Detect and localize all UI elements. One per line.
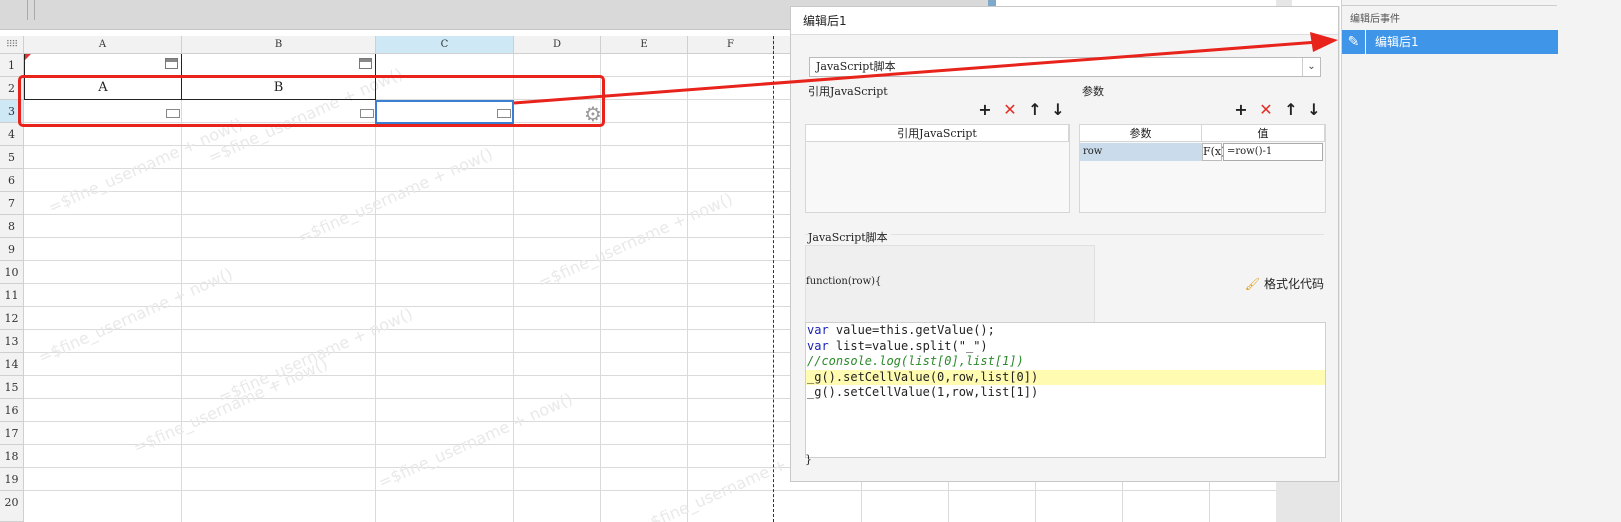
select-all-corner[interactable]: ⠿⠿ (0, 36, 24, 54)
value-column-header: 值 (1202, 125, 1325, 142)
params-table: 参数 值 row F(x) =row()-1 (1079, 124, 1326, 213)
row-header-10[interactable]: 10 (0, 261, 24, 284)
panel-top-edge (1342, 0, 1557, 6)
format-code-button[interactable]: 🖌 格式化代码 (1245, 275, 1324, 292)
col-header-b[interactable]: B (182, 36, 376, 54)
row-header-16[interactable]: 16 (0, 399, 24, 422)
add-ref-js-button[interactable]: + (976, 100, 994, 119)
code-line: var value=this.getValue(); (807, 323, 995, 337)
row-header-13[interactable]: 13 (0, 330, 24, 353)
move-down-param-button[interactable]: ↓ (1305, 100, 1323, 119)
chevron-down-icon[interactable]: ⌄ (1302, 58, 1320, 76)
function-close: } (805, 453, 812, 466)
event-item-label: 编辑后1 (1375, 35, 1419, 49)
move-up-param-button[interactable]: ↑ (1282, 100, 1300, 119)
col-header-a[interactable]: A (24, 36, 182, 54)
page-break-line (773, 36, 774, 522)
grid-line (687, 54, 688, 522)
events-header: 编辑后事件 (1350, 14, 1400, 25)
code-line: var list=value.split("_") (807, 338, 988, 353)
row-header-6[interactable]: 6 (0, 169, 24, 192)
watermark-text: =$fine_username + now() (295, 143, 496, 248)
function-header-area: function(row){ (805, 245, 1095, 323)
row-header-12[interactable]: 12 (0, 307, 24, 330)
ref-js-table: 引用JavaScript (805, 124, 1070, 213)
col-header-d[interactable]: D (514, 36, 601, 54)
format-code-label: 格式化代码 (1263, 277, 1324, 291)
toolbar-grip (27, 0, 35, 20)
grid-line (24, 490, 1321, 491)
row-header-11[interactable]: 11 (0, 284, 24, 307)
pencil-icon: ✎ (1342, 30, 1366, 54)
row-header-17[interactable]: 17 (0, 422, 24, 445)
row-header-18[interactable]: 18 (0, 445, 24, 468)
brush-icon: 🖌 (1244, 277, 1260, 291)
row-header-15[interactable]: 15 (0, 376, 24, 399)
formula-button[interactable]: F(x) (1202, 143, 1225, 161)
param-column-header: 参数 (1080, 125, 1202, 142)
row-header-1[interactable]: 1 (0, 54, 24, 77)
param-value-input[interactable]: =row()-1 (1223, 143, 1323, 161)
cell-marker-icon (25, 54, 31, 60)
col-header-f[interactable]: F (688, 36, 774, 54)
delete-param-button[interactable]: ✕ (1257, 100, 1275, 119)
row-header-9[interactable]: 9 (0, 238, 24, 261)
row-header-8[interactable]: 8 (0, 215, 24, 238)
annotation-highlight (18, 75, 605, 127)
date-widget-icon (359, 58, 372, 69)
code-text: list=value.split("_") (835, 338, 988, 353)
watermark-text: =$fine_username + now() (535, 188, 736, 293)
add-param-button[interactable]: + (1232, 100, 1250, 119)
watermark-text: =$fine_username + now() (130, 353, 331, 458)
script-type-value: JavaScript脚本 (816, 60, 896, 73)
ref-js-label: 引用JavaScript (808, 85, 888, 98)
row-header-19[interactable]: 19 (0, 468, 24, 491)
row-header-7[interactable]: 7 (0, 192, 24, 215)
row-header-14[interactable]: 14 (0, 353, 24, 376)
event-editor-dialog: 编辑后1 JavaScript脚本 ⌄ 引用JavaScript 参数 + ✕ … (790, 6, 1339, 482)
js-section-label: JavaScript脚本 (808, 229, 891, 245)
row-header-20[interactable]: 20 (0, 491, 24, 522)
script-type-select[interactable]: JavaScript脚本 ⌄ (809, 57, 1321, 77)
code-text: value=this.getValue(); (835, 323, 995, 337)
events-panel: 编辑后事件 ✎ 编辑后1 (1341, 0, 1621, 522)
code-line: //console.log(list[0],list[1]) (807, 354, 1024, 368)
grid-dots-icon: ⠿⠿ (6, 40, 18, 50)
function-header: function(row){ (806, 276, 882, 287)
code-line: _g().setCellValue(1,row,list[1]) (807, 385, 1039, 399)
cell-b1[interactable] (181, 54, 376, 77)
code-line-current: _g().setCellValue(0,row,list[0]) (806, 369, 1325, 385)
dialog-title: 编辑后1 (791, 7, 1338, 35)
date-widget-icon (165, 58, 178, 69)
event-item-selected[interactable]: ✎ 编辑后1 (1342, 30, 1558, 54)
col-header-e[interactable]: E (601, 36, 688, 54)
row-header-5[interactable]: 5 (0, 146, 24, 169)
watermark-text: =$fine_username + now() (375, 388, 576, 493)
params-label: 参数 (1082, 85, 1104, 98)
code-editor[interactable]: var value=this.getValue(); var list=valu… (805, 322, 1326, 458)
cell-a1[interactable] (24, 54, 182, 77)
delete-ref-js-button[interactable]: ✕ (1001, 100, 1019, 119)
move-up-ref-js-button[interactable]: ↑ (1026, 100, 1044, 119)
move-down-ref-js-button[interactable]: ↓ (1049, 100, 1067, 119)
param-name-cell[interactable]: row (1080, 143, 1202, 161)
col-header-c[interactable]: C (376, 36, 514, 54)
ref-js-column-header: 引用JavaScript (806, 125, 1069, 142)
